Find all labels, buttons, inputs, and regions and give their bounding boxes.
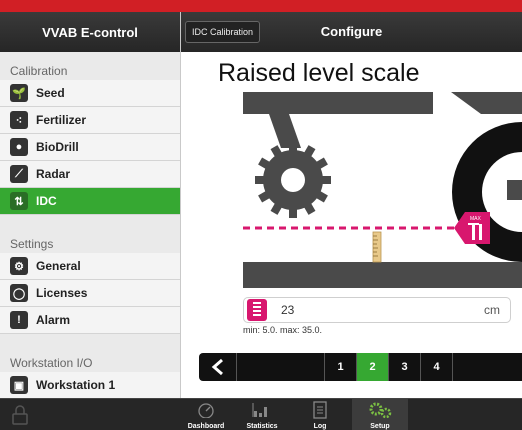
sidebar-item-seed[interactable]: 🌱 Seed bbox=[0, 80, 180, 107]
sidebar-item-licenses[interactable]: ◯ Licenses bbox=[0, 280, 180, 307]
tab-setup[interactable]: Setup bbox=[352, 399, 408, 430]
bottom-tab-bar: Dashboard Statistics Log Setup bbox=[0, 398, 522, 430]
range-hint: min: 5.0. max: 35.0. bbox=[243, 325, 323, 335]
hitch-arm bbox=[451, 92, 522, 114]
sidebar-item-label: Seed bbox=[36, 86, 65, 100]
measuring-ruler-icon bbox=[372, 231, 382, 263]
sidebar-item-label: Fertilizer bbox=[36, 113, 87, 127]
app-title: VVAB E-control bbox=[0, 12, 180, 52]
alarm-icon: ! bbox=[10, 311, 28, 329]
lock-icon[interactable] bbox=[12, 405, 28, 425]
general-icon: ⚙ bbox=[10, 257, 28, 275]
frame-beam-top bbox=[243, 92, 433, 114]
section-title-workstation: Workstation I/O bbox=[10, 356, 93, 370]
sidebar-item-label: General bbox=[36, 259, 81, 273]
hitch-pin bbox=[507, 180, 522, 200]
chevron-left-icon bbox=[211, 358, 223, 376]
tab-statistics[interactable]: Statistics bbox=[234, 399, 290, 430]
tab-label: Setup bbox=[370, 423, 390, 430]
tab-label: Log bbox=[313, 423, 327, 430]
page-button-1[interactable]: 1 bbox=[325, 353, 357, 381]
idc-calibration-tab[interactable]: IDC Calibration bbox=[185, 21, 261, 43]
ruler-icon bbox=[247, 299, 267, 321]
biodrill-icon: ● bbox=[10, 138, 28, 156]
sidebar-item-radar[interactable]: ⟋ Radar bbox=[0, 161, 180, 188]
main-panel: Configure IDC Calibration Raised level s… bbox=[181, 12, 522, 398]
sidebar-item-label: Radar bbox=[36, 167, 71, 181]
sidebar: VVAB E-control Calibration 🌱 Seed ⁖ Fert… bbox=[0, 12, 181, 399]
unit-label: cm bbox=[484, 303, 500, 317]
log-icon bbox=[313, 401, 327, 419]
tab-dashboard[interactable]: Dashboard bbox=[178, 399, 234, 430]
page-button-4[interactable]: 4 bbox=[421, 353, 453, 381]
sidebar-item-label: Workstation 1 bbox=[36, 378, 116, 392]
gear-icon bbox=[255, 142, 331, 218]
pager-spacer bbox=[237, 353, 325, 381]
sidebar-item-label: BioDrill bbox=[36, 140, 79, 154]
radar-icon: ⟋ bbox=[10, 165, 28, 183]
tab-log[interactable]: Log bbox=[292, 399, 348, 430]
sidebar-item-label: Licenses bbox=[36, 286, 88, 300]
section-title-calibration: Calibration bbox=[10, 64, 68, 78]
main-header: Configure IDC Calibration bbox=[181, 12, 522, 52]
gears-icon bbox=[369, 402, 392, 419]
sidebar-item-general[interactable]: ⚙ General bbox=[0, 253, 180, 280]
tab-label: Statistics bbox=[246, 423, 278, 430]
sidebar-item-label: IDC bbox=[36, 194, 57, 208]
licenses-icon: ◯ bbox=[10, 284, 28, 302]
step-pager: 1 2 3 4 bbox=[199, 353, 522, 381]
max-label: MAX bbox=[470, 216, 482, 222]
idc-icon: ⇅ bbox=[10, 192, 28, 210]
ground-bar bbox=[243, 262, 522, 288]
seed-icon: 🌱 bbox=[10, 84, 28, 102]
section-title-settings: Settings bbox=[10, 237, 54, 251]
raised-level-illustration: MAX bbox=[243, 92, 522, 288]
top-accent-bar bbox=[0, 0, 522, 12]
tab-label: Dashboard bbox=[187, 423, 225, 430]
workstation-icon: ▣ bbox=[10, 376, 28, 394]
back-button[interactable] bbox=[199, 353, 237, 381]
sidebar-item-idc[interactable]: ⇅ IDC bbox=[0, 188, 180, 215]
page-button-3[interactable]: 3 bbox=[389, 353, 421, 381]
fertilizer-icon: ⁖ bbox=[10, 111, 28, 129]
bar-chart-icon bbox=[252, 403, 267, 417]
sidebar-item-fertilizer[interactable]: ⁖ Fertilizer bbox=[0, 107, 180, 134]
sidebar-item-biodrill[interactable]: ● BioDrill bbox=[0, 134, 180, 161]
sidebar-item-workstation-1[interactable]: ▣ Workstation 1 bbox=[0, 372, 180, 399]
scale-value[interactable]: 23 bbox=[281, 303, 484, 317]
scale-value-input[interactable]: 23 cm bbox=[243, 297, 511, 323]
page-button-2[interactable]: 2 bbox=[357, 353, 389, 381]
speedometer-icon bbox=[198, 403, 214, 418]
sidebar-item-label: Alarm bbox=[36, 313, 71, 327]
sidebar-item-alarm[interactable]: ! Alarm bbox=[0, 307, 180, 334]
